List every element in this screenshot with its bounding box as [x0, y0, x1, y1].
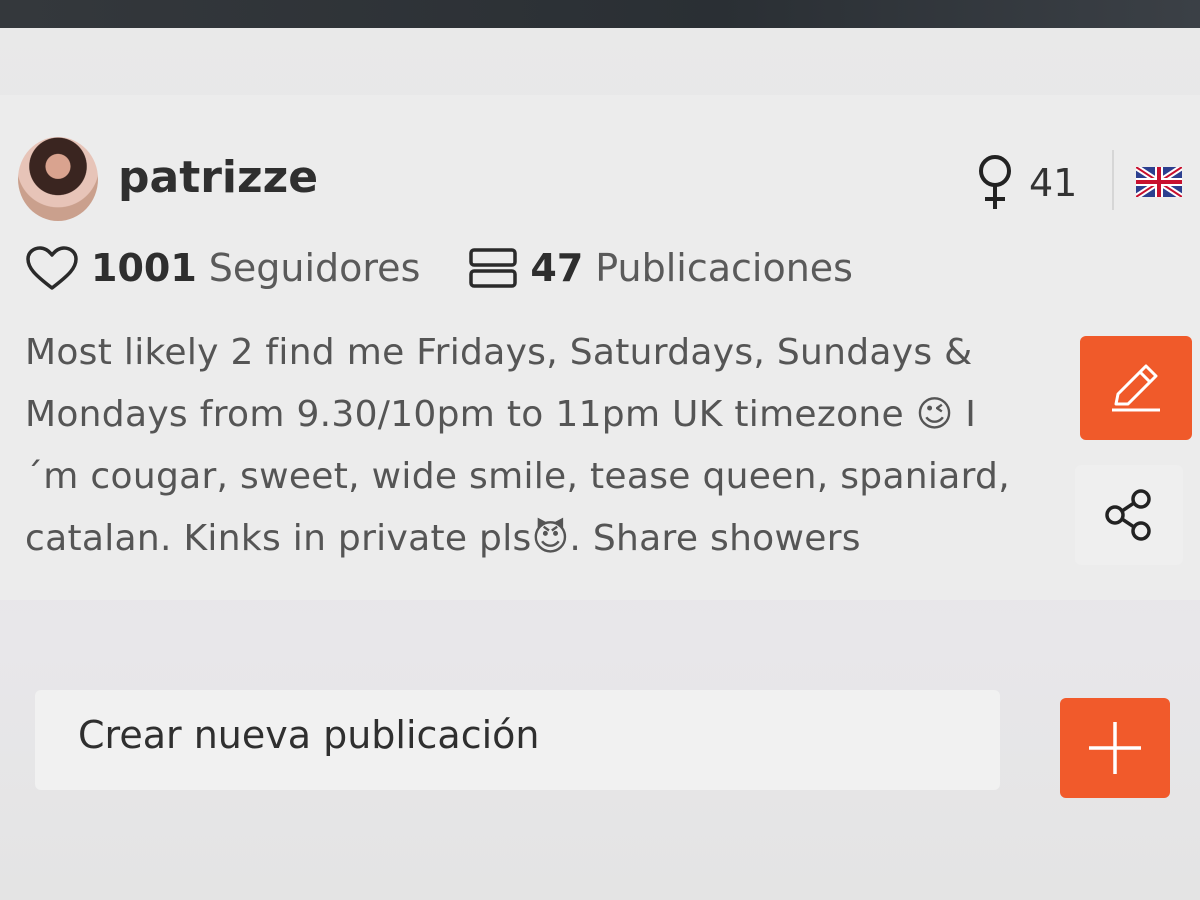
posts-icon	[469, 248, 518, 288]
uk-flag-icon[interactable]	[1136, 167, 1182, 197]
profile-stats: 1001 Seguidores 47 Publicaciones	[25, 240, 901, 296]
edit-profile-button[interactable]	[1080, 336, 1192, 440]
username: patrizze	[118, 152, 319, 203]
heart-icon	[26, 246, 78, 290]
new-post-label: Crear nueva publicación	[78, 713, 540, 757]
followers-stat[interactable]: 1001 Seguidores	[25, 245, 420, 291]
posts-label: Publicaciones	[595, 246, 853, 290]
add-post-button[interactable]	[1060, 698, 1170, 798]
posts-count: 47	[530, 246, 584, 290]
gender-age: 41	[945, 150, 1105, 216]
pencil-icon	[1112, 364, 1160, 412]
bio-line: Most likely 2 find me Fridays, Saturdays…	[25, 332, 973, 373]
share-icon	[1105, 489, 1151, 541]
bio-text: Most likely 2 find me Fridays, Saturdays…	[25, 322, 1060, 570]
screen-bezel	[0, 0, 1200, 28]
bio-line: Mondays from 9.30/10pm to 11pm UK timezo…	[25, 394, 977, 435]
avatar[interactable]	[18, 137, 98, 221]
posts-stat[interactable]: 47 Publicaciones	[468, 246, 853, 290]
followers-label: Seguidores	[208, 246, 421, 290]
divider	[1112, 150, 1114, 210]
bio-line: ´m cougar, sweet, wide smile, tease quee…	[25, 456, 1010, 497]
age: 41	[1029, 161, 1078, 205]
bio-line: catalan. Kinks in private pls😈. Share sh…	[25, 518, 861, 559]
female-symbol-icon	[979, 155, 1011, 209]
plus-icon	[1089, 722, 1141, 774]
share-button[interactable]	[1075, 465, 1183, 565]
followers-count: 1001	[91, 246, 197, 290]
